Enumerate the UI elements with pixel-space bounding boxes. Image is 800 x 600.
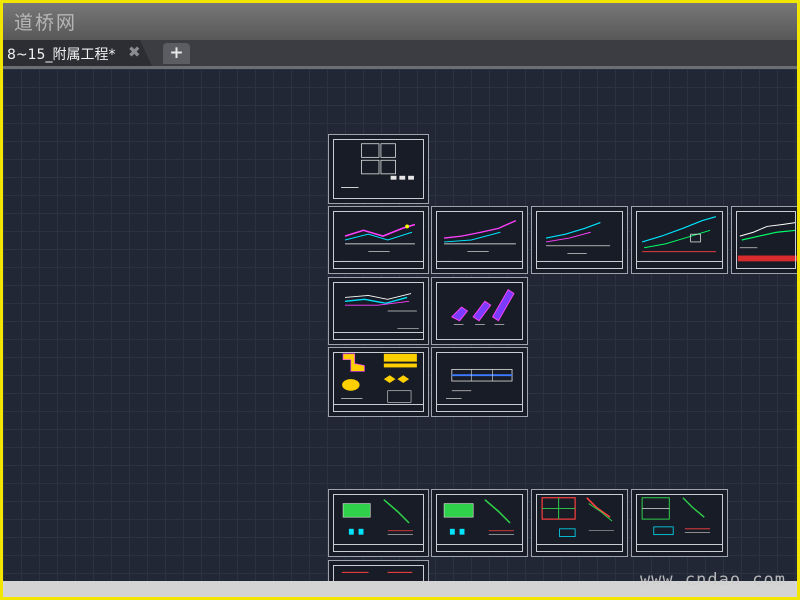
drawing-sheet[interactable] (328, 206, 429, 274)
sheet-preview (737, 222, 797, 262)
sheet-preview (341, 571, 413, 573)
sheet-title-block (437, 261, 522, 268)
drawing-sheet[interactable] (328, 277, 429, 345)
site-watermark-top: 道桥网 (14, 12, 78, 34)
sheet-preview (451, 288, 515, 325)
sheet-preview (341, 143, 414, 188)
sheet-preview (640, 216, 717, 262)
drawing-sheet[interactable] (328, 560, 429, 581)
drawing-sheet[interactable] (328, 134, 429, 204)
drawing-sheet[interactable] (531, 206, 628, 274)
document-tab-bar: 8~15_附属工程* ✖ + (0, 40, 800, 69)
drawing-sheet[interactable] (531, 489, 628, 557)
drawing-sheet[interactable] (731, 206, 797, 274)
sheet-title-block (537, 261, 622, 268)
sheet-title-block (437, 544, 522, 551)
sheet-title-block (437, 404, 522, 411)
drawing-sheet[interactable] (431, 489, 528, 557)
sheet-title-block (537, 544, 622, 551)
sheet-preview (445, 368, 513, 399)
sheet-preview (540, 221, 611, 262)
sheet-preview (440, 219, 517, 262)
sheet-preview (641, 497, 711, 536)
sheet-title-block (637, 261, 722, 268)
sheet-title-block (334, 544, 423, 551)
sheet-preview (341, 353, 417, 403)
close-icon[interactable]: ✖ (128, 43, 141, 61)
new-tab-button[interactable]: + (163, 43, 190, 64)
sheet-preview (342, 499, 413, 535)
sheet-title-block (637, 544, 722, 551)
drawing-sheet[interactable] (431, 206, 528, 274)
tab-document-label: 8~15_附属工程* (7, 47, 116, 63)
drawing-canvas[interactable] (3, 69, 797, 581)
sheet-preview (339, 223, 416, 262)
drawing-sheet[interactable] (631, 206, 728, 274)
drawing-sheet[interactable] (328, 347, 429, 417)
sheet-preview (443, 499, 514, 535)
tab-document[interactable]: 8~15_附属工程* ✖ (0, 40, 152, 66)
drawing-sheet[interactable] (431, 277, 528, 345)
drawing-sheet[interactable] (631, 489, 728, 557)
drawing-sheet[interactable] (431, 347, 528, 417)
sheet-title-block (334, 404, 423, 411)
sheet-preview (344, 293, 419, 329)
title-bar: 道桥网 (0, 0, 800, 40)
sheet-title-block (334, 261, 423, 268)
sheet-title-block (334, 332, 423, 339)
site-watermark-bottom: www.cndao.com (639, 570, 786, 590)
sheet-preview (541, 497, 614, 537)
drawing-sheet[interactable] (328, 489, 429, 557)
